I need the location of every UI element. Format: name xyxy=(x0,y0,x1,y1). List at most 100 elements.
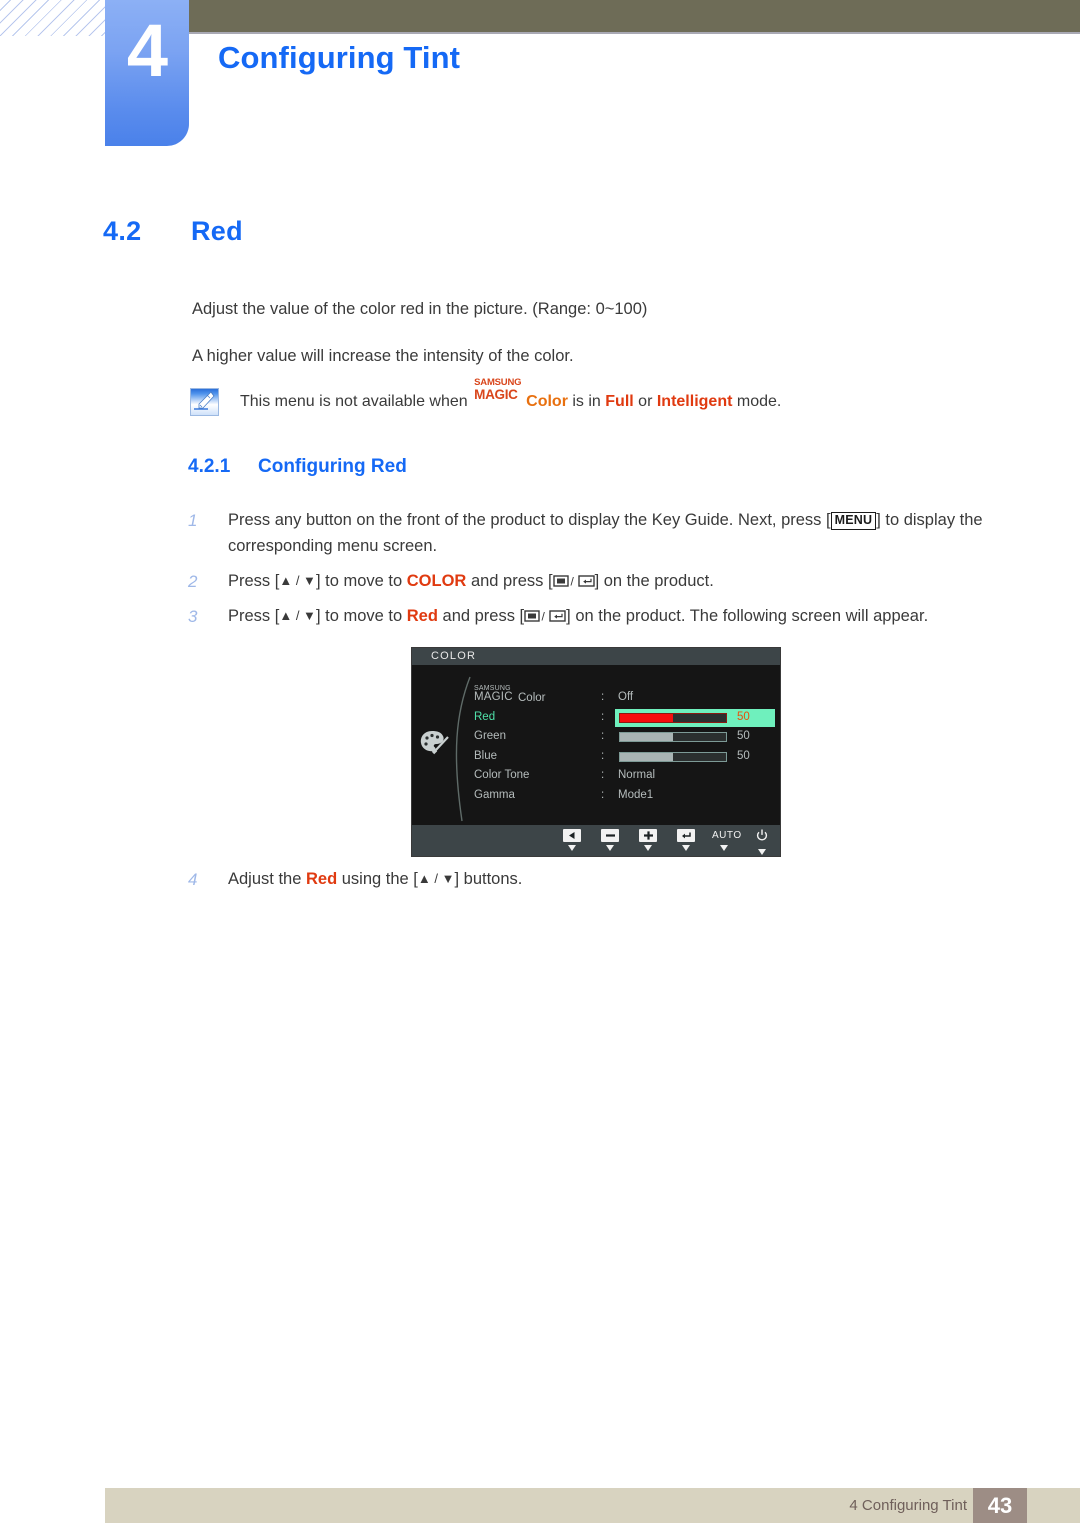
note-mode-intelligent: Intelligent xyxy=(656,393,733,410)
osd-slider-value-red: 50 xyxy=(737,710,750,723)
section-heading: 4.2 Red xyxy=(103,216,243,247)
osd-logo-magic: MAGIC xyxy=(474,691,513,703)
button-pointer-triangle xyxy=(606,845,614,851)
osd-logo-color: Color xyxy=(518,692,546,704)
minus-icon xyxy=(601,829,619,842)
osd-slider-track xyxy=(619,712,727,723)
step-2-target: COLOR xyxy=(406,572,467,590)
osd-auto-button[interactable]: AUTO xyxy=(712,829,742,855)
note-mode-full: Full xyxy=(605,393,634,410)
section-number: 4.2 xyxy=(103,216,142,246)
updown-arrows-icon: ▲ / ▼ xyxy=(279,573,316,588)
step-3: 3 Press [▲ / ▼] to move to Red and press… xyxy=(188,604,1018,632)
osd-value-magiccolor: Off xyxy=(618,691,634,703)
osd-colon: : xyxy=(601,691,605,703)
osd-value-gamma: Mode1 xyxy=(618,788,654,801)
page-footer: 4 Configuring Tint 43 xyxy=(105,1488,1080,1523)
osd-colon: : xyxy=(601,710,605,723)
chapter-title: Configuring Tint xyxy=(218,40,461,75)
osd-colon: : xyxy=(601,749,605,762)
osd-row-blue[interactable]: Blue : 50 xyxy=(474,748,774,768)
svg-text:/: / xyxy=(542,610,546,624)
osd-row-gamma[interactable]: Gamma : Mode1 xyxy=(474,787,774,807)
step-3-number: 3 xyxy=(188,607,198,626)
osd-rows: SAMSUNG MAGIC Color : Off Red : 50 Green… xyxy=(474,685,775,807)
step-3-target: Red xyxy=(406,607,438,625)
osd-arc-decoration xyxy=(455,676,471,822)
osd-slider-red[interactable]: 50 xyxy=(615,708,775,727)
note-text-after: mode. xyxy=(736,393,782,410)
updown-arrows-icon: ▲ / ▼ xyxy=(417,871,455,886)
osd-plus-button[interactable] xyxy=(636,829,660,855)
osd-slider-fill xyxy=(620,752,673,761)
note-text-or: or xyxy=(638,393,653,410)
svg-text:/: / xyxy=(570,575,574,589)
step-2-part-c: and press [ xyxy=(470,572,553,590)
osd-body: SAMSUNG MAGIC Color : Off Red : 50 Green… xyxy=(412,665,780,825)
step-1-text: Press any button on the front of the pro… xyxy=(228,508,1018,559)
button-pointer-triangle xyxy=(682,845,690,851)
paragraph-intensity: A higher value will increase the intensi… xyxy=(192,347,574,365)
osd-slider-value-green: 50 xyxy=(737,730,750,742)
step-4-part-b: using the [ xyxy=(341,870,418,888)
step-3-part-b: ] to move to xyxy=(315,607,403,625)
osd-slider-green[interactable]: 50 xyxy=(615,728,775,746)
osd-minus-button[interactable] xyxy=(598,829,622,855)
section-title: Red xyxy=(191,216,243,246)
osd-row-magiccolor[interactable]: SAMSUNG MAGIC Color : Off xyxy=(474,685,774,709)
osd-slider-track xyxy=(619,732,727,742)
step-1: 1 Press any button on the front of the p… xyxy=(188,508,1018,559)
step-4-text: Adjust the Red using the [▲ / ▼] buttons… xyxy=(228,867,1018,893)
updown-arrows-icon: ▲ / ▼ xyxy=(279,608,316,623)
footer-chapter-label: 4 Configuring Tint xyxy=(849,1497,967,1514)
osd-row-green[interactable]: Green : 50 xyxy=(474,728,774,748)
osd-row-color-tone[interactable]: Color Tone : Normal xyxy=(474,767,774,787)
step-2: 2 Press [▲ / ▼] to move to COLOR and pre… xyxy=(188,569,1018,597)
step-3-part-d: ] on the product. The following screen w… xyxy=(566,607,929,625)
subsection-number: 4.2.1 xyxy=(188,456,231,477)
osd-label-red: Red xyxy=(474,710,496,723)
note-text: This menu is not available when SAMSUNG … xyxy=(240,378,782,411)
step-2-part-b: ] to move to xyxy=(315,572,403,590)
step-4-number: 4 xyxy=(188,870,198,889)
note-text-before: This menu is not available when xyxy=(240,393,468,410)
button-pointer-triangle xyxy=(720,845,728,851)
chapter-tab: 4 xyxy=(105,0,189,146)
osd-colon: : xyxy=(601,730,605,742)
osd-slider-track xyxy=(619,751,727,762)
step-4-target: Red xyxy=(305,870,338,888)
osd-auto-label: AUTO xyxy=(712,830,742,841)
osd-row-red[interactable]: Red : 50 xyxy=(474,708,775,729)
osd-slider-fill xyxy=(620,713,673,722)
footer-page-number: 43 xyxy=(973,1488,1027,1523)
note-block: This menu is not available when SAMSUNG … xyxy=(190,378,950,418)
step-2-number: 2 xyxy=(188,572,198,591)
osd-label-color-tone: Color Tone xyxy=(474,769,530,781)
osd-slider-fill xyxy=(620,733,673,741)
osd-colon: : xyxy=(601,788,605,801)
step-2-text: Press [▲ / ▼] to move to COLOR and press… xyxy=(228,569,1018,597)
source-enter-icons: / xyxy=(524,606,566,632)
osd-slider-value-blue: 50 xyxy=(737,749,750,762)
osd-screenshot: COLOR SAMSUNG MAGIC Color : Off Red: 50… xyxy=(411,647,781,857)
step-4: 4 Adjust the Red using the [▲ / ▼] butto… xyxy=(188,867,1018,893)
source-enter-icons: / xyxy=(552,571,595,597)
step-3-part-c: and press [ xyxy=(442,607,525,625)
step-1-number: 1 xyxy=(188,511,198,530)
osd-enter-button[interactable] xyxy=(674,829,698,855)
hatch-decoration xyxy=(0,0,108,36)
magiccolor-logo: SAMSUNG MAGIC xyxy=(474,378,526,406)
osd-back-button[interactable] xyxy=(560,829,584,855)
step-4-part-a: Adjust the xyxy=(228,870,302,888)
plus-icon xyxy=(639,829,657,842)
osd-label-green: Green xyxy=(474,730,506,742)
magiccolor-logo-magic: MAGIC xyxy=(474,387,518,402)
left-arrow-icon xyxy=(563,829,581,842)
note-text-mid: is in xyxy=(572,393,601,410)
osd-power-button[interactable] xyxy=(750,829,774,855)
button-pointer-triangle xyxy=(568,845,576,851)
subsection-heading: 4.2.1 Configuring Red xyxy=(188,456,407,478)
osd-slider-blue[interactable]: 50 xyxy=(615,748,775,766)
header-olive-bar xyxy=(188,0,1080,34)
enter-icon xyxy=(677,829,695,842)
